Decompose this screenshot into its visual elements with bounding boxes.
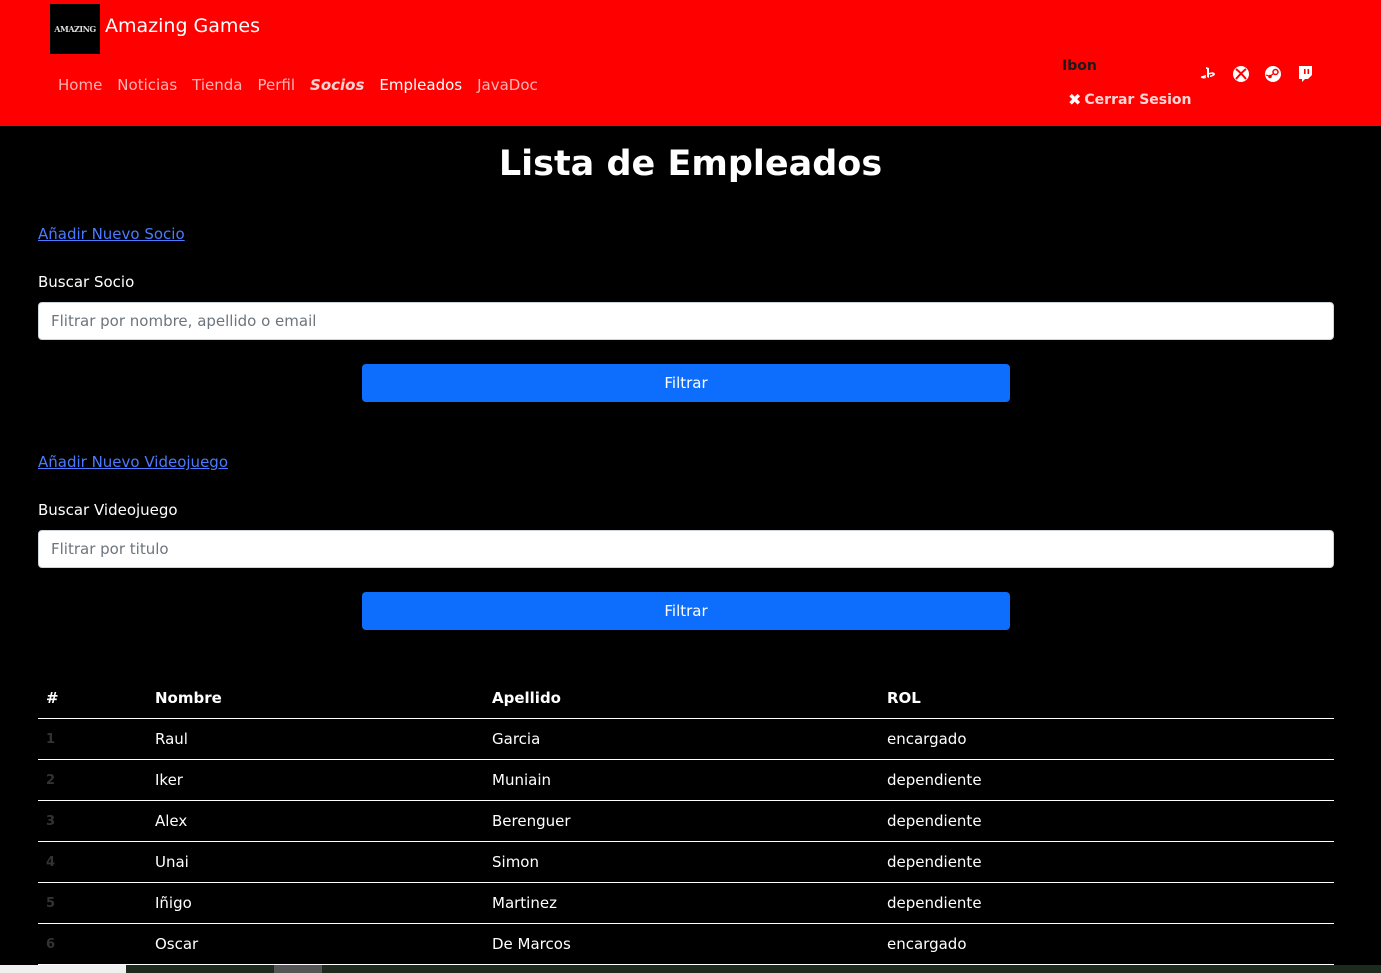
nav-noticias[interactable]: Noticias bbox=[117, 76, 177, 94]
row-number: 2 bbox=[38, 759, 147, 801]
close-icon: ✖ bbox=[1068, 90, 1082, 109]
nav-socios[interactable]: Socios bbox=[310, 76, 364, 94]
row-number: 3 bbox=[38, 800, 147, 842]
page-title: Lista de Empleados bbox=[498, 144, 883, 184]
table-row: 6 Oscar De Marcos encargado bbox=[38, 923, 1334, 965]
nav-empleados[interactable]: Empleados bbox=[379, 76, 462, 94]
table-header-row: # Nombre Apellido ROL bbox=[38, 678, 1334, 719]
scrollbar-track bbox=[0, 965, 126, 973]
search-socio-label: Buscar Socio bbox=[38, 273, 135, 291]
search-videojuego-input[interactable] bbox=[38, 530, 1334, 568]
top-header: AMAZING Amazing Games Home Noticias Tien… bbox=[0, 0, 1381, 126]
table-row: 1 Raul Garcia encargado bbox=[38, 718, 1334, 760]
add-videojuego-link[interactable]: Añadir Nuevo Videojuego bbox=[38, 453, 228, 471]
steam-icon[interactable] bbox=[1263, 64, 1283, 84]
search-videojuego-label: Buscar Videojuego bbox=[38, 501, 178, 519]
row-number: 1 bbox=[38, 718, 147, 760]
row-apellido: Berenguer bbox=[484, 800, 879, 842]
twitch-icon[interactable] bbox=[1295, 64, 1315, 84]
row-rol: dependiente bbox=[879, 882, 1334, 924]
table-row: 5 Iñigo Martinez dependiente bbox=[38, 882, 1334, 924]
row-apellido: Simon bbox=[484, 841, 879, 883]
row-nombre: Iker bbox=[147, 759, 484, 801]
logout-label: Cerrar Sesion bbox=[1084, 91, 1192, 108]
row-nombre: Raul bbox=[147, 718, 484, 760]
nav-javadoc[interactable]: JavaDoc bbox=[477, 76, 538, 94]
horizontal-scrollbar[interactable] bbox=[0, 965, 1381, 973]
row-number: 5 bbox=[38, 882, 147, 924]
platform-icons bbox=[1199, 64, 1327, 84]
row-rol: encargado bbox=[879, 718, 1334, 760]
brand-name[interactable]: Amazing Games bbox=[105, 15, 260, 37]
row-number: 6 bbox=[38, 923, 147, 965]
table-row: 3 Alex Berenguer dependiente bbox=[38, 800, 1334, 842]
row-rol: dependiente bbox=[879, 800, 1334, 842]
row-rol: encargado bbox=[879, 923, 1334, 965]
table-row: 4 Unai Simon dependiente bbox=[38, 841, 1334, 883]
xbox-icon[interactable] bbox=[1231, 64, 1251, 84]
add-socio-link[interactable]: Añadir Nuevo Socio bbox=[38, 225, 185, 243]
logo-text: AMAZING bbox=[54, 24, 96, 34]
row-number: 4 bbox=[38, 841, 147, 883]
nav-perfil[interactable]: Perfil bbox=[258, 76, 296, 94]
filter-videojuego-button[interactable]: Filtrar bbox=[362, 592, 1010, 630]
row-apellido: Muniain bbox=[484, 759, 879, 801]
row-nombre: Unai bbox=[147, 841, 484, 883]
user-name: Ibon bbox=[1062, 58, 1097, 74]
row-nombre: Oscar bbox=[147, 923, 484, 965]
row-rol: dependiente bbox=[879, 759, 1334, 801]
nav-tienda[interactable]: Tienda bbox=[192, 76, 242, 94]
search-socio-input[interactable] bbox=[38, 302, 1334, 340]
row-apellido: Garcia bbox=[484, 718, 879, 760]
row-nombre: Alex bbox=[147, 800, 484, 842]
row-rol: dependiente bbox=[879, 841, 1334, 883]
col-nombre-header: Nombre bbox=[147, 678, 484, 719]
logout-button[interactable]: ✖ Cerrar Sesion bbox=[1068, 90, 1192, 109]
site-logo[interactable]: AMAZING bbox=[50, 4, 100, 54]
playstation-icon[interactable] bbox=[1199, 64, 1219, 84]
col-rol-header: ROL bbox=[879, 678, 1334, 719]
main-nav: Home Noticias Tienda Perfil Socios Emple… bbox=[58, 76, 553, 94]
row-apellido: Martinez bbox=[484, 882, 879, 924]
filter-socio-button[interactable]: Filtrar bbox=[362, 364, 1010, 402]
col-apellido-header: Apellido bbox=[484, 678, 879, 719]
row-apellido: De Marcos bbox=[484, 923, 879, 965]
nav-home[interactable]: Home bbox=[58, 76, 102, 94]
scrollbar-thumb[interactable] bbox=[274, 965, 322, 973]
table-row: 2 Iker Muniain dependiente bbox=[38, 759, 1334, 801]
col-number-header: # bbox=[38, 678, 147, 719]
row-nombre: Iñigo bbox=[147, 882, 484, 924]
employees-table: # Nombre Apellido ROL 1 Raul Garcia enca… bbox=[38, 678, 1334, 965]
